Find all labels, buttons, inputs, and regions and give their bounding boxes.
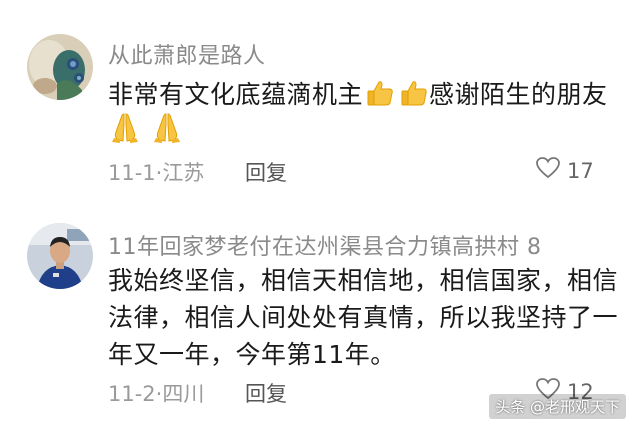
comment-text-line: 年又一年，今年第11年。 (108, 340, 396, 369)
watermark: 头条 @老邢观天下 (489, 394, 626, 419)
comment-item: 11年回家梦老付在达州渠县合力镇高拱村 8 我始终坚信，相信天相信地，相信国家，… (0, 0, 640, 429)
comment-username[interactable]: 11年回家梦老付在达州渠县合力镇高拱村 8 (108, 229, 542, 261)
reply-button[interactable]: 回复 (245, 378, 287, 408)
avatar[interactable] (27, 223, 93, 289)
comment-date: 11-2 (108, 382, 156, 406)
comment-text-line: 法律，相信人间处处有真情，所以我坚持了一 (108, 303, 619, 332)
comment-meta: 11-2·四川 (108, 378, 204, 408)
comment-text-line: 我始终坚信，相信天相信地，相信国家，相信 (108, 266, 619, 295)
avatar-image (27, 223, 93, 289)
comment-location: 四川 (162, 382, 205, 406)
